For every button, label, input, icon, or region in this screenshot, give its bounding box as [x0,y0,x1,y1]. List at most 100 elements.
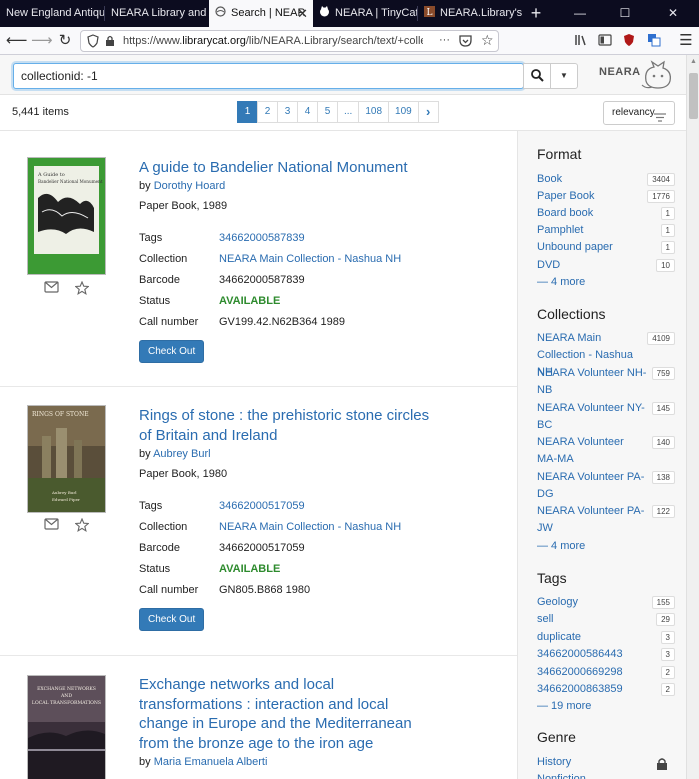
search-button[interactable] [523,63,551,89]
minimize-window-button[interactable]: — [560,0,600,27]
facet-link[interactable]: NEARA Volunteer PA-DG [537,469,647,503]
tag-link[interactable]: 34662000587839 [219,232,305,244]
page-actions-icon[interactable]: ··· [439,34,450,46]
browser-tab-active[interactable]: Search | NEAR ✕ [209,0,313,27]
bookmark-star-icon[interactable]: ☆ [481,32,494,49]
facet-link[interactable]: NEARA Volunteer MA-MA [537,434,647,468]
page-link[interactable]: 108 [358,101,390,123]
book-cover[interactable]: EXCHANGE NETWORKS AND LOCAL TRANSFORMATI… [27,675,106,779]
facet-link[interactable]: 34662000586443 [537,646,647,663]
close-window-button[interactable]: ✕ [650,0,696,27]
search-options-dropdown[interactable]: ▼ [550,63,578,89]
shield-icon[interactable] [87,34,99,51]
library-logo[interactable]: NEARA [599,66,641,78]
facet-link[interactable]: sell [537,611,647,628]
back-button[interactable]: ⟵ [6,31,28,51]
next-page-button[interactable]: › [417,101,439,123]
page-link[interactable]: 5 [317,101,338,123]
reload-button[interactable]: ↻ [55,31,75,51]
facet-link[interactable]: Board book [537,205,647,222]
result-title[interactable]: Exchange networks and local transformati… [139,675,439,753]
scrollbar-thumb[interactable] [689,73,698,119]
cover-text: LOCAL TRANSFORMATIONS [32,700,101,706]
author-link[interactable]: Dorothy Hoard [154,180,226,192]
scroll-up-icon[interactable]: ▲ [690,58,697,65]
facet-link[interactable]: Unbound paper [537,239,647,256]
svg-text:L: L [427,8,433,17]
title-line: A guide to Bandelier National Monument [139,159,408,176]
facet-link[interactable]: NEARA Volunteer PA-JW [537,503,647,537]
forward-button[interactable]: ⟶ [31,31,53,51]
url-text[interactable]: https://www.librarycat.org/lib/NEARA.Lib… [123,31,423,51]
facet-link[interactable]: duplicate [537,629,647,646]
facet-more-link[interactable]: — 4 more [537,540,585,552]
facet-link[interactable]: DVD [537,257,647,274]
browser-tab[interactable]: New England Antiqui [0,0,104,27]
sort-dropdown[interactable]: relevancy [603,101,675,125]
sort-lines-icon [654,109,666,131]
facet-heading: Collections [537,306,606,322]
field-label: Collection [139,521,188,533]
close-tab-icon[interactable]: ✕ [297,0,308,27]
ublock-icon[interactable] [623,33,635,50]
page-link[interactable]: 109 [388,101,419,123]
page-link[interactable]: 4 [297,101,318,123]
browser-tab[interactable]: NEARA | TinyCat [313,0,417,27]
facet-link[interactable]: NEARA Volunteer NH-NB [537,365,647,399]
library-icon[interactable] [574,33,588,50]
facet-more-link[interactable]: — 19 more [537,700,591,712]
page-link[interactable]: 1 [237,101,258,123]
page-link[interactable]: 3 [277,101,298,123]
tag-link[interactable]: 34662000517059 [219,500,305,512]
facet-link[interactable]: History [537,754,647,771]
maximize-window-button[interactable]: ☐ [605,0,645,27]
facet-link[interactable]: Paper Book [537,188,647,205]
result-item: EXCHANGE NETWORKS AND LOCAL TRANSFORMATI… [0,656,517,779]
librarything-favicon-icon: L [424,1,435,18]
author-link[interactable]: Maria Emanuela Alberti [154,756,268,768]
facet-link[interactable]: Geology [537,594,647,611]
translate-icon[interactable] [647,33,661,50]
address-bar[interactable]: https://www.librarycat.org/lib/NEARA.Lib… [80,30,499,52]
author-link[interactable]: Aubrey Burl [153,448,210,460]
facet-link[interactable]: Book [537,171,647,188]
check-out-button[interactable]: Check Out [139,340,205,363]
star-icon[interactable] [74,280,90,298]
browser-tab[interactable]: NEARA Library and Ar [105,0,209,27]
facet-link[interactable]: 34662000863859 [537,681,647,698]
facet-link[interactable]: Nonfiction [537,771,647,779]
facet-count: 1776 [647,190,675,203]
search-favicon-icon [215,1,226,17]
star-icon[interactable] [74,517,90,535]
pocket-icon[interactable] [459,35,472,50]
email-icon[interactable] [44,518,59,535]
result-author: by Maria Emanuela Alberti [139,756,267,768]
result-title[interactable]: A guide to Bandelier National Monument [139,158,439,178]
collection-link[interactable]: NEARA Main Collection - Nashua NH [219,253,401,265]
book-cover[interactable]: A Guide to Bandelier National Monument [27,157,106,275]
check-out-button[interactable]: Check Out [139,608,205,631]
facet-link[interactable]: NEARA Volunteer NY-BC [537,400,647,434]
menu-icon[interactable]: ☰ [676,31,696,51]
lock-icon[interactable] [105,35,115,50]
tab-title: NEARA.Library's li [440,7,522,19]
result-title[interactable]: Rings of stone : the prehistoric stone c… [139,406,439,445]
book-cover[interactable]: RINGS OF STONE Aubrey Burl Edward Piper [27,405,106,513]
page-link[interactable]: 2 [257,101,278,123]
by-label: by [139,448,151,460]
facet-more-link[interactable]: — 4 more [537,276,585,288]
facet-link[interactable]: 34662000669298 [537,664,647,681]
email-icon[interactable] [44,281,59,298]
tinycat-logo-icon[interactable] [640,59,676,94]
new-tab-button[interactable]: + [522,0,550,27]
browser-nav-bar: ⟵ ⟶ ↻ https://www.librarycat.org/lib/NEA… [0,27,699,55]
browser-tab[interactable]: L NEARA.Library's li [418,0,522,27]
result-item: RINGS OF STONE Aubrey Burl Edward Piper … [0,387,517,656]
field-label: Call number [139,584,199,596]
status-value: AVAILABLE [219,563,281,575]
page-scrollbar[interactable]: ▲ [686,55,699,779]
search-input[interactable] [13,63,524,89]
sidebar-icon[interactable] [598,34,612,49]
collection-link[interactable]: NEARA Main Collection - Nashua NH [219,521,401,533]
facet-link[interactable]: Pamphlet [537,222,647,239]
